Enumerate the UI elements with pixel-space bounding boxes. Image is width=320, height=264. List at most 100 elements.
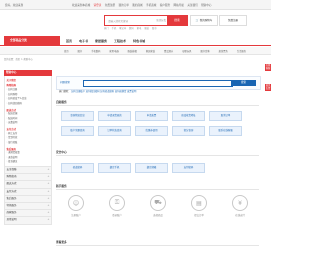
sidebar-subgroup-title: 配送方式	[6, 108, 17, 112]
subnav-item[interactable]: 家用电器	[109, 49, 118, 53]
service-button[interactable]: 申请发票	[135, 111, 168, 121]
top-link-follow[interactable]: 关注我们	[187, 3, 197, 7]
top-link-0[interactable]: 欢迎来到本商城	[72, 3, 90, 7]
subnav-item[interactable]: 旅游票务	[219, 49, 228, 53]
guide-row: ☺ 注册账户 ⚿ 登录账户 ⛟ 选择商品 ▤ 提交订单 ¥ 在线支付	[61, 195, 255, 217]
safety-center-title: 安全中心	[56, 150, 259, 156]
sidebar-section[interactable]: 商家服务 +	[4, 210, 52, 218]
guide-item[interactable]: ⚿ 登录账户	[102, 195, 132, 217]
subnav-item[interactable]: 图书	[78, 49, 83, 53]
sidebar-section[interactable]: 售后服务 +	[4, 195, 52, 203]
register-link[interactable]: 免费注册	[105, 3, 115, 7]
nav-item-ebooks[interactable]: 电子书	[79, 39, 88, 43]
sidebar-section[interactable]: 安全保障 +	[4, 167, 52, 175]
sidebar-subgroup-title: 支付方式	[6, 128, 17, 132]
sidebar-subgroup-title: 购物指南	[6, 84, 17, 88]
safety-button[interactable]: 绑定手机	[98, 163, 131, 173]
help-search-button[interactable]: 搜索	[231, 80, 256, 86]
top-link-mobile[interactable]: 手机商城	[146, 3, 156, 7]
help-search-input[interactable]	[83, 80, 233, 87]
service-button[interactable]: 修改收货地址	[172, 111, 205, 121]
search-category-dropdown[interactable]: 全部分类	[156, 18, 166, 22]
plus-icon: +	[47, 211, 50, 215]
safety-button[interactable]: 修改密码	[61, 163, 94, 173]
nav-item-bookstore[interactable]: 特色书城	[133, 39, 145, 43]
cart-icon: 🛒	[195, 19, 199, 22]
sidebar-section[interactable]: 购物指南 +	[4, 174, 52, 182]
subnav-item[interactable]: 图书音像	[200, 49, 209, 53]
hotword[interactable]: 笔记本	[119, 26, 126, 30]
service-button[interactable]: 优惠券使用	[135, 126, 168, 136]
guide-title: 新手服务	[56, 184, 259, 190]
service-button[interactable]: 联系在线客服	[209, 126, 242, 136]
service-button[interactable]: 账户余额查询	[61, 126, 94, 136]
guide-item[interactable]: ▤ 提交订单	[184, 195, 214, 217]
sidebar-section-label: 售后服务	[6, 196, 17, 200]
search-box[interactable]: 请输入搜索关键词 全部分类 搜索	[104, 15, 188, 26]
subnav-item[interactable]: 家居家装	[146, 49, 155, 53]
subnav-item[interactable]: 首页	[64, 49, 69, 53]
register-button[interactable]: 免费注册	[219, 15, 247, 26]
all-categories-button[interactable]: 全部商品分类	[4, 36, 60, 45]
top-link-sitemap[interactable]: 网站导航	[174, 3, 184, 7]
service-button[interactable]: 订单状态查询	[98, 126, 131, 136]
hot-keywords: 热门 手机 笔记本 数码 家电 服装 图书	[104, 26, 157, 30]
sidebar-item[interactable]: 投诉建议	[7, 160, 50, 165]
service-button[interactable]: 申请退货退款	[98, 111, 131, 121]
sidebar-section[interactable]: 支付方式 +	[4, 188, 52, 196]
hot-search-item[interactable]: 如何找回密码	[86, 90, 100, 93]
safety-button[interactable]: 绑定邮箱	[135, 163, 168, 173]
subnav-item[interactable]: 生活服务	[237, 49, 246, 53]
sidebar-section[interactable]: 特色服务 +	[4, 202, 52, 211]
top-link-help[interactable]: 帮助中心	[201, 3, 211, 7]
guide-item[interactable]: ⛟ 选择商品	[143, 195, 173, 217]
safety-button[interactable]: 支付密码	[172, 163, 205, 173]
hot-search-item[interactable]: 发票说明	[127, 90, 136, 93]
subnav-item[interactable]: 服装鞋帽	[128, 49, 137, 53]
subnav-item[interactable]: 手机数码	[91, 49, 100, 53]
sidebar-section[interactable]: 其他说明 +	[4, 217, 52, 225]
sidebar-section[interactable]: 配送方式 +	[4, 181, 52, 189]
service-button[interactable]: 取消订单	[209, 111, 242, 121]
sidebar-item[interactable]: 运费说明	[7, 121, 50, 126]
hotword[interactable]: 热门	[104, 26, 109, 30]
search-button[interactable]: 搜索	[167, 16, 187, 25]
search-input[interactable]: 请输入搜索关键词	[108, 19, 128, 23]
service-button[interactable]: 积分查询	[172, 126, 205, 136]
top-link-service[interactable]: 客户服务	[160, 3, 170, 7]
hotword[interactable]: 家电	[137, 26, 142, 30]
top-link-account[interactable]: 我的商城	[132, 3, 142, 7]
hotword[interactable]: 手机	[112, 26, 117, 30]
guide-item[interactable]: ¥ 在线支付	[225, 195, 255, 217]
hot-search-item[interactable]: 如何修改密码	[100, 90, 114, 93]
hotword[interactable]: 图书	[152, 26, 157, 30]
subnav-item[interactable]: 食品酒水	[164, 49, 173, 53]
payment-icon: ¥	[232, 195, 248, 211]
top-link-orders[interactable]: 我的订单	[118, 3, 128, 7]
guide-item[interactable]: ☺ 注册账户	[61, 195, 91, 217]
hotword[interactable]: 服装	[144, 26, 149, 30]
login-link[interactable]: 请登录	[94, 3, 102, 7]
plus-icon: +	[47, 175, 50, 179]
cart-button[interactable]: 🛒 我的购物车	[190, 15, 218, 26]
feedback-tab[interactable]: 意见反馈	[265, 84, 271, 92]
nav-item-home-services[interactable]: 家居服务	[95, 39, 107, 43]
nav-item-engineering[interactable]: 工程技术	[114, 39, 126, 43]
plus-icon: +	[47, 203, 50, 207]
guide-label: 选择商品	[153, 213, 163, 217]
hot-search-item[interactable]: 如何注册账户	[71, 90, 85, 93]
sidebar-section-label: 配送方式	[6, 182, 17, 186]
subnav-item[interactable]: 母婴玩具	[182, 49, 191, 53]
online-service-tab[interactable]: 在线客服	[265, 64, 271, 72]
nav-item-home[interactable]: 首页	[66, 39, 72, 43]
help-sidebar: 帮助中心 关于我们 购物指南 如何注册 如何购物 如何修改个人信息 如何找回密码…	[4, 70, 52, 225]
plus-icon: +	[47, 196, 50, 200]
sidebar-item[interactable]: 如何找回密码	[7, 102, 50, 107]
sidebar-item[interactable]: 银行转账	[7, 141, 50, 146]
hotword[interactable]: 数码	[129, 26, 134, 30]
service-button[interactable]: 查询物流信息	[61, 111, 94, 121]
document-icon: ▤	[191, 195, 207, 211]
sidebar-group-title: 关于我们	[6, 79, 17, 83]
hot-search-item[interactable]: 如何退换货	[115, 90, 127, 93]
greeting-text: 您好，欢迎来到	[5, 3, 24, 7]
